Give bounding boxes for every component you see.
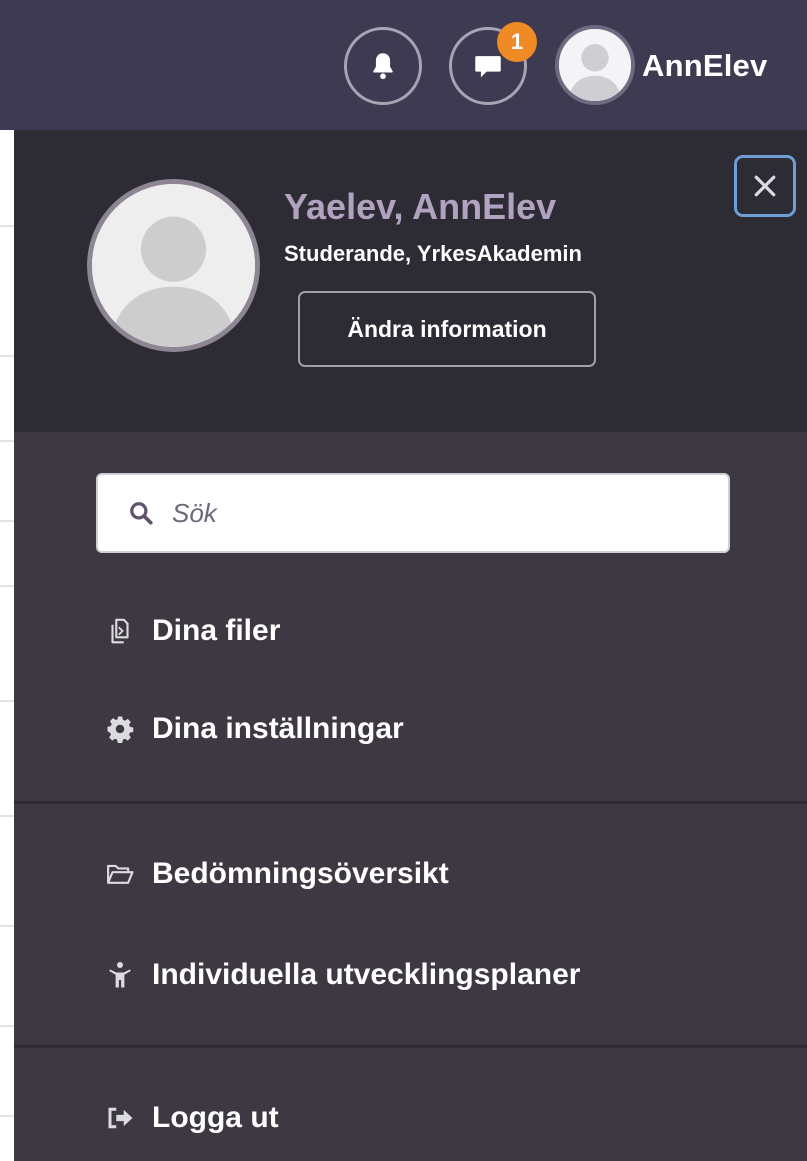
menu-item-development-plans[interactable]: Individuella utvecklingsplaner: [104, 945, 580, 1005]
background-divider: [0, 1115, 14, 1117]
close-button[interactable]: [734, 155, 796, 217]
menu-item-settings[interactable]: Dina inställningar: [104, 699, 404, 759]
profile-section: Yaelev, AnnElev Studerande, YrkesAkademi…: [14, 130, 807, 432]
close-icon: [754, 175, 776, 197]
avatar-placeholder-icon: [559, 29, 631, 101]
folder-open-icon: [104, 858, 136, 890]
logout-icon: [104, 1102, 136, 1134]
menu-item-label: Individuella utvecklingsplaner: [152, 958, 581, 991]
top-bar: 1 AnnElev: [0, 0, 807, 130]
profile-role: Studerande, YrkesAkademin: [284, 241, 582, 266]
person-icon: [104, 959, 136, 991]
menu-divider: [14, 1045, 807, 1048]
background-page: [0, 130, 14, 1161]
chat-icon: [475, 56, 501, 78]
menu-item-logout[interactable]: Logga ut: [104, 1088, 279, 1148]
background-divider: [0, 925, 14, 927]
menu-item-label: Dina inställningar: [152, 712, 404, 745]
messages-count-badge: 1: [497, 22, 537, 62]
header-username[interactable]: AnnElev: [642, 48, 767, 84]
background-divider: [0, 225, 14, 227]
background-divider: [0, 585, 14, 587]
background-divider: [0, 700, 14, 702]
search-box[interactable]: [96, 473, 730, 553]
search-icon: [130, 502, 153, 525]
background-divider: [0, 815, 14, 817]
gear-icon: [104, 713, 136, 745]
profile-avatar: [87, 179, 260, 352]
background-divider: [0, 355, 14, 357]
menu-item-assessment-overview[interactable]: Bedömningsöversikt: [104, 844, 449, 904]
user-menu-drawer: Yaelev, AnnElev Studerande, YrkesAkademi…: [14, 130, 807, 1161]
background-divider: [0, 440, 14, 442]
background-divider: [0, 1025, 14, 1027]
background-divider: [0, 520, 14, 522]
profile-name: Yaelev, AnnElev: [284, 186, 557, 227]
menu-item-label: Dina filer: [152, 614, 281, 647]
avatar-placeholder-icon: [92, 184, 255, 347]
search-input[interactable]: [172, 497, 712, 529]
files-icon: [104, 615, 136, 647]
bell-icon: [373, 53, 393, 80]
menu-divider: [14, 801, 807, 804]
user-avatar[interactable]: [555, 25, 635, 105]
menu-item-label: Logga ut: [152, 1101, 279, 1134]
notifications-button[interactable]: [344, 27, 422, 105]
menu-item-files[interactable]: Dina filer: [104, 601, 280, 661]
edit-information-button[interactable]: Ändra information: [298, 291, 596, 367]
menu-item-label: Bedömningsöversikt: [152, 857, 449, 890]
